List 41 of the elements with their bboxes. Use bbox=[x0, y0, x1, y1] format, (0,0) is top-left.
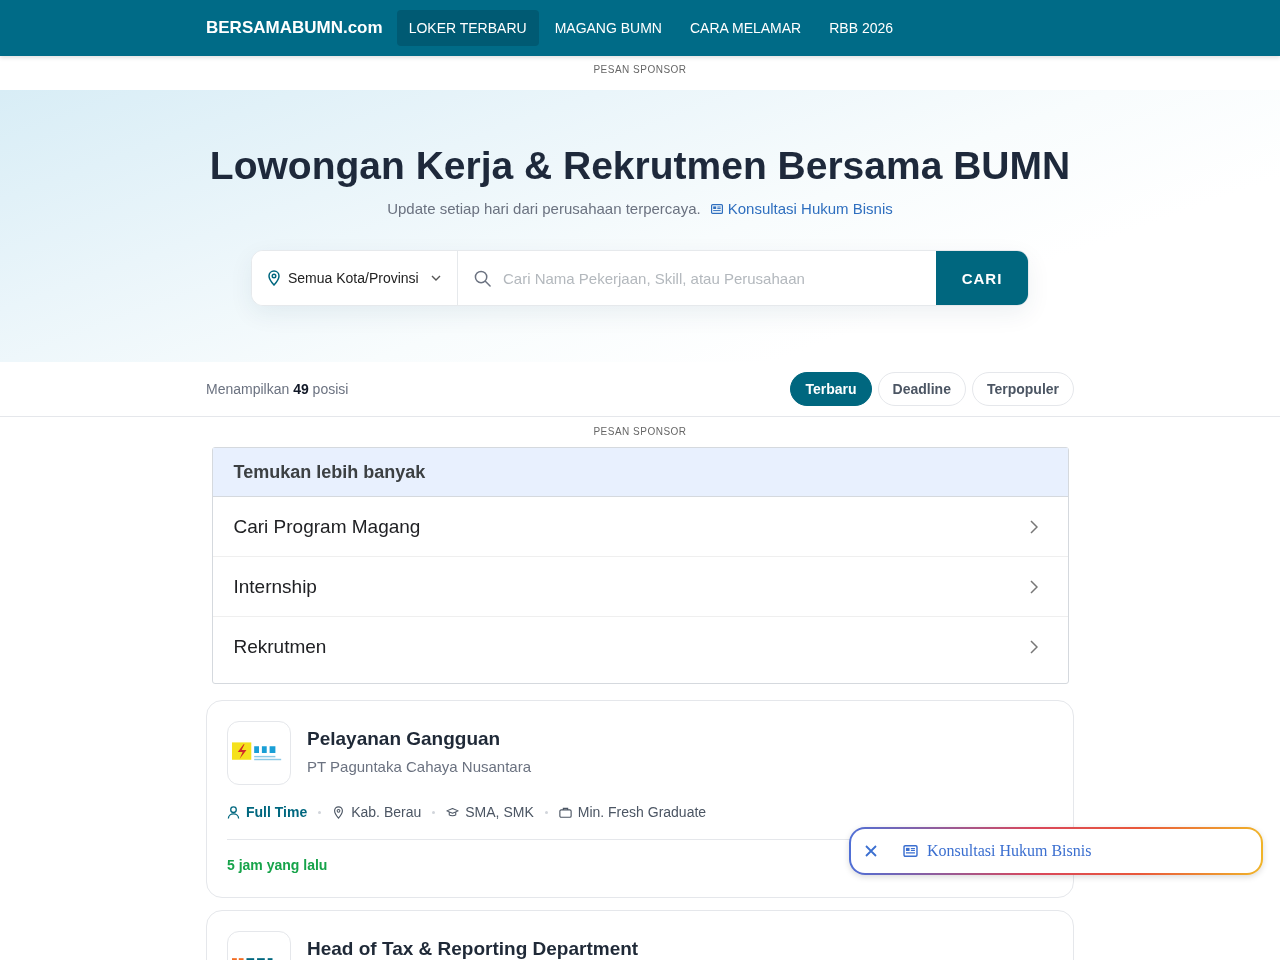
briefcase-icon bbox=[558, 805, 572, 819]
sort-tab[interactable]: Deadline bbox=[877, 372, 966, 406]
location-pin-icon bbox=[332, 805, 346, 819]
ad-panel-title: Temukan lebih banyak bbox=[212, 448, 1068, 497]
experience-requirement: Min. Fresh Graduate bbox=[577, 803, 707, 822]
sponsor-label: PESAN SPONSOR bbox=[593, 64, 687, 75]
sort-tab[interactable]: Terpopuler bbox=[971, 372, 1074, 406]
company-logo-icon bbox=[227, 721, 291, 785]
hero-subtitle: Update setiap hari dari perusahaan terpercaya. bbox=[387, 199, 701, 219]
close-icon[interactable] bbox=[865, 845, 877, 857]
search-field[interactable]: Cari Nama Pekerjaan, Skill, atau Perusahaan bbox=[501, 268, 920, 288]
chevron-right-icon bbox=[1029, 640, 1038, 654]
newspaper-icon bbox=[710, 204, 723, 214]
nav-link[interactable]: RBB 2026 bbox=[817, 10, 906, 46]
location-pin-icon bbox=[268, 270, 280, 286]
hero-title: Lowongan Kerja & Rekrutmen Bersama BUMN bbox=[209, 143, 1071, 189]
job-card[interactable]: Head of Tax & Reporting Department bbox=[206, 910, 1074, 960]
legal-consult-link[interactable]: Konsultasi Hukum Bisnis bbox=[710, 198, 893, 220]
job-location: Kab. Berau bbox=[351, 803, 422, 822]
nav-link[interactable]: CARA MELAMAR bbox=[677, 10, 814, 46]
chevron-right-icon bbox=[1029, 579, 1038, 594]
results-count: Menampilkan 49 posisi bbox=[206, 381, 349, 397]
job-title[interactable]: Pelayanan Gangguan bbox=[307, 727, 532, 751]
location-dropdown[interactable]: Semua Kota/Provinsi bbox=[252, 251, 458, 305]
posted-time: 5 jam yang lalu bbox=[227, 857, 328, 873]
chevron-right-icon bbox=[1029, 519, 1038, 534]
newspaper-icon bbox=[903, 845, 918, 857]
sort-tab[interactable]: Terbaru bbox=[790, 372, 872, 406]
nav-link[interactable]: MAGANG BUMN bbox=[542, 10, 674, 46]
company-name: PT Paguntaka Cahaya Nusantara bbox=[307, 757, 532, 777]
nav-link[interactable]: LOKER TERBARU bbox=[396, 10, 539, 46]
search-button[interactable]: CARI bbox=[936, 251, 1028, 305]
job-title[interactable]: Head of Tax & Reporting Department bbox=[307, 937, 639, 960]
site-logo[interactable]: BERSAMABUMN.com bbox=[206, 18, 383, 38]
search-icon bbox=[474, 269, 491, 287]
sponsor-label: PESAN SPONSOR bbox=[593, 426, 687, 437]
chevron-down-icon bbox=[430, 275, 441, 281]
graduation-cap-icon bbox=[446, 805, 460, 819]
person-icon bbox=[227, 805, 240, 819]
employment-type: Full Time bbox=[246, 803, 308, 822]
education-requirement: SMA, SMK bbox=[465, 803, 534, 822]
